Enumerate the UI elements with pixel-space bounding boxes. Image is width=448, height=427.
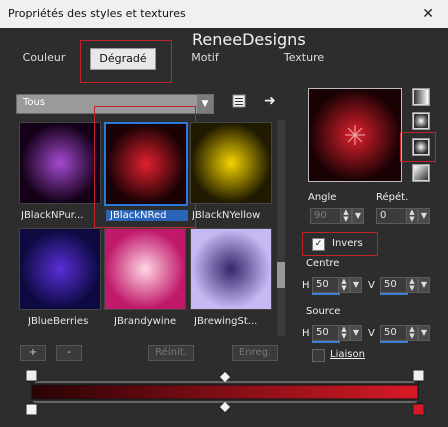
highlight-frame bbox=[94, 106, 196, 228]
repeat-input[interactable]: 0 bbox=[376, 208, 407, 224]
link-label: Liaison bbox=[330, 349, 365, 360]
tab-texture[interactable]: Texture bbox=[274, 48, 334, 68]
source-h-spinner[interactable]: ▲ ▼ bbox=[338, 325, 350, 341]
opacity-stop-icon bbox=[25, 369, 38, 382]
gradient-editor[interactable] bbox=[22, 368, 428, 424]
gradient-label: JBrandywine bbox=[114, 316, 177, 327]
gradient-thumb-5[interactable] bbox=[190, 228, 272, 310]
centre-h-dropdown[interactable]: ▼ bbox=[350, 277, 362, 293]
arrow-right-icon[interactable]: ➜ bbox=[264, 93, 280, 109]
source-h-slider[interactable] bbox=[312, 341, 340, 343]
reset-button[interactable]: Réinit. bbox=[148, 345, 194, 361]
color-stop-icon bbox=[412, 403, 425, 416]
gradient-label: JBlackNYellow bbox=[192, 210, 261, 221]
repeat-spinner[interactable]: ▲ ▼ bbox=[406, 208, 418, 224]
tab-motif[interactable]: Motif bbox=[180, 48, 230, 68]
opacity-stop-icon bbox=[412, 369, 425, 382]
highlight-frame bbox=[302, 232, 378, 256]
gradient-label: JBlueBerries bbox=[28, 316, 89, 327]
sunburst-style-icon[interactable] bbox=[412, 164, 430, 182]
gradient-label: JBrewingSt... bbox=[194, 316, 258, 327]
centre-h-label: H bbox=[302, 280, 310, 291]
highlight-frame bbox=[80, 40, 172, 83]
title-bar: Propriétés des styles et textures ✕ bbox=[0, 0, 448, 28]
centre-h-spinner[interactable]: ▲ ▼ bbox=[338, 277, 350, 293]
gradient-thumb-3[interactable] bbox=[19, 228, 101, 310]
gradient-preview bbox=[308, 88, 402, 182]
brand-watermark: ReneeDesigns bbox=[192, 30, 306, 49]
centre-v-slider[interactable] bbox=[380, 293, 408, 295]
remove-button[interactable]: - bbox=[56, 345, 82, 361]
angle-dropdown[interactable]: ▼ bbox=[352, 208, 364, 224]
link-checkbox[interactable] bbox=[312, 349, 325, 362]
gradient-thumb-0[interactable] bbox=[19, 122, 101, 204]
repeat-label: Répét. bbox=[376, 192, 409, 203]
gallery-scroll-thumb[interactable] bbox=[277, 262, 285, 288]
centre-v-input[interactable]: 50 bbox=[380, 277, 407, 293]
angle-input[interactable]: 90 bbox=[310, 208, 341, 224]
gradient-thumb-4[interactable] bbox=[104, 228, 186, 310]
tab-couleur[interactable]: Couleur bbox=[14, 48, 74, 68]
centre-v-spinner[interactable]: ▲ ▼ bbox=[406, 277, 418, 293]
source-v-label: V bbox=[368, 328, 375, 339]
gradient-editor-icon[interactable] bbox=[232, 94, 246, 108]
gradient-thumb-2[interactable] bbox=[190, 122, 272, 204]
category-value: Tous bbox=[23, 97, 46, 108]
add-button[interactable]: + bbox=[20, 345, 46, 361]
centre-h-slider[interactable] bbox=[312, 293, 340, 295]
angle-label: Angle bbox=[308, 192, 337, 203]
highlight-frame bbox=[400, 132, 436, 162]
source-v-spinner[interactable]: ▲ ▼ bbox=[406, 325, 418, 341]
source-h-dropdown[interactable]: ▼ bbox=[350, 325, 362, 341]
midpoint-marker-icon bbox=[220, 372, 230, 382]
window-title: Propriétés des styles et textures bbox=[8, 7, 186, 20]
close-icon[interactable]: ✕ bbox=[422, 0, 434, 28]
crosshair-icon[interactable] bbox=[309, 89, 401, 181]
chevron-down-icon[interactable]: ▼ bbox=[197, 95, 213, 113]
gradient-ramp[interactable] bbox=[22, 368, 428, 424]
centre-h-input[interactable]: 50 bbox=[312, 277, 339, 293]
linear-style-icon[interactable] bbox=[412, 88, 430, 106]
color-stop-icon bbox=[25, 403, 38, 416]
source-h-label: H bbox=[302, 328, 310, 339]
gallery-scrollbar[interactable] bbox=[277, 120, 285, 336]
gradient-label: JBlackNPur... bbox=[21, 210, 84, 221]
midpoint-marker-icon bbox=[220, 402, 230, 412]
centre-label: Centre bbox=[306, 258, 340, 269]
source-v-input[interactable]: 50 bbox=[380, 325, 407, 341]
centre-v-label: V bbox=[368, 280, 375, 291]
source-h-input[interactable]: 50 bbox=[312, 325, 339, 341]
save-button[interactable]: Enreg. bbox=[232, 345, 278, 361]
angle-spinner[interactable]: ▲ ▼ bbox=[340, 208, 352, 224]
source-v-dropdown[interactable]: ▼ bbox=[418, 325, 430, 341]
source-v-slider[interactable] bbox=[380, 341, 408, 343]
centre-v-dropdown[interactable]: ▼ bbox=[418, 277, 430, 293]
repeat-dropdown[interactable]: ▼ bbox=[418, 208, 430, 224]
rectangular-style-icon[interactable] bbox=[412, 112, 430, 130]
source-label: Source bbox=[306, 306, 341, 317]
